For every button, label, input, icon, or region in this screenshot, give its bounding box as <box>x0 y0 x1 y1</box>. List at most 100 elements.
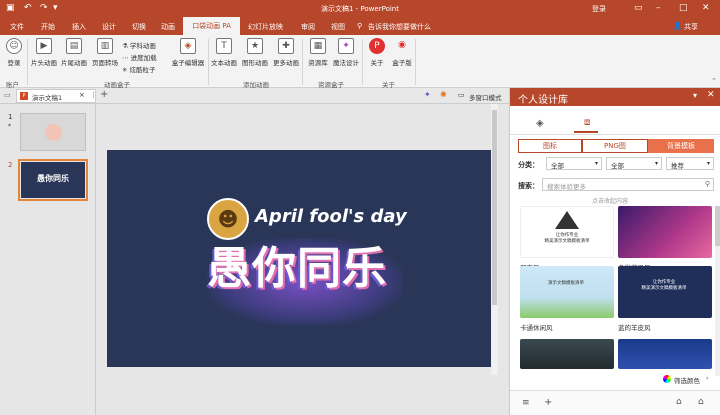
divider <box>415 39 416 85</box>
sparkle-icon: ✳ <box>122 66 130 74</box>
slide-title-english: April fool's day <box>255 206 407 227</box>
panel-footer: ≡ + ⌂ ⌂ <box>510 390 720 415</box>
category-select[interactable]: 全部 ▾ <box>546 157 602 170</box>
chevron-down-icon: ▾ <box>706 160 710 167</box>
toggle-icon: ◉ <box>398 40 406 50</box>
cube-icon: ◈ <box>180 38 196 54</box>
tab-design[interactable]: 设计 <box>102 22 116 32</box>
chevron-right-icon: › <box>706 375 709 382</box>
tab-file[interactable]: 文件 <box>10 22 24 32</box>
intro-animation-button[interactable]: ▶ 片头动画 <box>31 38 57 67</box>
filter-color-button[interactable]: 筛选颜色 <box>674 375 700 385</box>
shape-animation-button[interactable]: ★ 图形动画 <box>242 38 268 67</box>
tab-home[interactable]: 开始 <box>41 22 55 32</box>
text-animation-button[interactable]: T 文本动画 <box>211 38 237 67</box>
tab-slideshow[interactable]: 幻灯片放映 <box>248 22 283 32</box>
subject-animation-button[interactable]: ⚗ 学科动画 <box>122 40 156 50</box>
about-button[interactable]: P 关于 <box>364 38 390 67</box>
magic-design-button[interactable]: ✦ 魔法设计 <box>333 38 359 67</box>
slide-title-chinese: 愚你同乐 <box>207 243 387 294</box>
tab-menu-icon[interactable]: ⋮ <box>90 91 97 99</box>
box-editor-button[interactable]: ◈ 盒子编辑器 <box>171 38 205 67</box>
minimize-icon[interactable]: – <box>656 3 661 14</box>
particles-button[interactable]: ✳ 炫酷粒子 <box>122 64 156 74</box>
design-library-panel: 个人设计库 ▾ ✕ ◈ ⧈ 图标 PNG图 背景模板 分类： 全部 ▾ 全部 ▾… <box>509 88 720 415</box>
multi-window-icon[interactable]: ▭ <box>458 91 465 99</box>
slide-thumb-graphic: 愚你同乐 <box>21 162 85 198</box>
tab-pocket-animation[interactable]: 口袋动画 PA <box>183 17 240 35</box>
tell-me-search[interactable]: 告诉我你想要做什么 <box>368 22 431 32</box>
menu-icon[interactable]: ≡ <box>522 398 530 408</box>
settings-icon[interactable]: ✺ <box>440 90 447 99</box>
subcategory-select[interactable]: 全部 ▾ <box>606 157 662 170</box>
template-card[interactable]: 让你作专业 精美演示文稿模板清单 蓝的羊皮风 <box>618 266 712 332</box>
document-tab[interactable]: P 演示文稿1 × ⋮ <box>16 89 97 103</box>
outro-animation-button[interactable]: ▤ 片尾动画 <box>61 38 87 67</box>
tab-insert[interactable]: 插入 <box>72 22 86 32</box>
subtab-icons[interactable]: 图标 <box>518 139 582 153</box>
template-card[interactable]: 多彩苹果风 <box>618 206 712 272</box>
scrollbar-thumb[interactable] <box>715 206 720 246</box>
template-card[interactable]: 演示文稿模板清单 卡通休闲风 <box>520 266 614 332</box>
tab-view[interactable]: 视图 <box>331 22 345 32</box>
divider <box>362 39 363 85</box>
template-card[interactable] <box>618 339 712 369</box>
add-tab-icon[interactable]: + <box>100 89 108 100</box>
loading-icon: ⋯ <box>122 54 131 62</box>
ribbon-display-icon[interactable]: ▭ <box>634 3 643 14</box>
home-icon[interactable]: ⌂ <box>698 397 704 407</box>
ppt-icon: P <box>20 92 28 100</box>
scrollbar-thumb[interactable] <box>492 110 497 305</box>
template-thumbnail: 让你作专业 精美演示文稿模板清单 <box>618 266 712 318</box>
slide[interactable]: ☻ April fool's day 愚你同乐 <box>107 150 492 367</box>
panel-close-icon[interactable]: ✕ <box>707 90 715 100</box>
login-button[interactable]: ☺ 登录 <box>1 38 27 67</box>
vertical-scrollbar[interactable] <box>491 104 498 375</box>
thumbnail-slide-1[interactable] <box>20 113 86 151</box>
thumbnail-slide-2[interactable]: 愚你同乐 <box>18 159 88 201</box>
template-thumbnail <box>618 339 712 369</box>
page-transition-button[interactable]: ▥ 页面转场 <box>92 38 118 67</box>
resource-library-button[interactable]: ▦ 资源库 <box>305 38 331 67</box>
share-button[interactable]: 共享 <box>684 22 698 32</box>
subtab-backgrounds[interactable]: 背景模板 <box>648 139 714 153</box>
panel-scrollbar[interactable] <box>715 206 720 376</box>
chevron-down-icon: ▾ <box>654 160 658 167</box>
progress-loading-button[interactable]: ⋯ 进度加载 <box>122 52 157 62</box>
sort-select[interactable]: 推荐 ▾ <box>666 157 714 170</box>
search-input[interactable]: 搜索体验更多 ⚲ <box>542 178 714 191</box>
tab-close-icon[interactable]: × <box>79 91 85 99</box>
close-icon[interactable]: ✕ <box>702 3 710 14</box>
search-icon[interactable]: ⚲ <box>705 180 710 188</box>
template-thumbnail: 演示文稿模板清单 <box>520 266 614 318</box>
divider <box>27 39 28 85</box>
add-icon[interactable]: + <box>544 397 552 408</box>
magic-icon[interactable]: ✦ <box>424 90 431 99</box>
template-card[interactable]: 让你作专业 精美演示文稿模板清单 朋克风 <box>520 206 614 272</box>
subtab-png[interactable]: PNG图 <box>582 139 648 153</box>
ribbon-tabs: 文件 开始 插入 设计 切换 动画 幻灯片放映 审阅 视图 ⚲ 告诉我你想要做什… <box>0 17 720 35</box>
maximize-icon[interactable]: □ <box>679 3 688 14</box>
template-caption: 卡通休闲风 <box>520 324 553 332</box>
collapse-ribbon-icon[interactable]: ⌃ <box>711 77 717 85</box>
template-caption: 蓝的羊皮风 <box>618 324 651 332</box>
panel-menu-icon[interactable]: ▾ <box>693 91 697 100</box>
color-wheel-icon <box>663 375 671 383</box>
graduation-icon[interactable]: ⌂ <box>676 397 682 407</box>
ribbon: ☺ 登录 账户 ▶ 片头动画 ▤ 片尾动画 ▥ 页面转场 ⚗ 学科动画 ⋯ 进度… <box>0 35 720 89</box>
more-animation-button[interactable]: ✚ 更多动画 <box>273 38 299 67</box>
inbox-icon[interactable]: ⧈ <box>584 117 590 128</box>
template-card[interactable] <box>520 339 614 369</box>
tab-transitions[interactable]: 切换 <box>132 22 146 32</box>
thumb-title: 愚你同乐 <box>37 174 69 183</box>
collapse-content-link[interactable]: 点击收起内容 <box>592 196 628 205</box>
multi-window-mode[interactable]: 多窗口模式 <box>469 92 502 102</box>
box-version-button[interactable]: ◉ 盒子版 <box>389 38 415 67</box>
login-link[interactable]: 登录 <box>592 4 606 14</box>
pane-icon[interactable]: ▭ <box>4 91 11 99</box>
tab-review[interactable]: 审阅 <box>301 22 315 32</box>
library-icon: ▦ <box>310 38 326 54</box>
shape-icon: ★ <box>247 38 263 54</box>
tab-animations[interactable]: 动画 <box>161 22 175 32</box>
cube-icon[interactable]: ◈ <box>536 118 544 129</box>
